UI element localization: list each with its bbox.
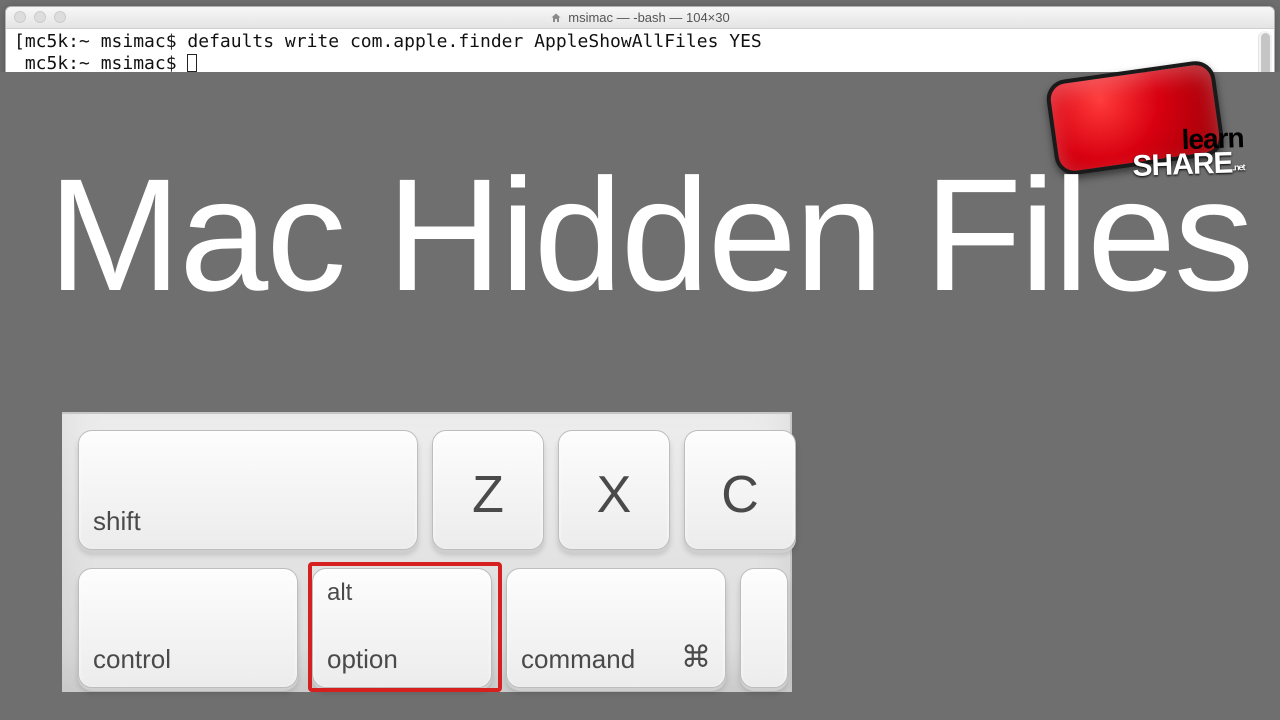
text-cursor-icon (187, 54, 197, 72)
key-control-label: control (93, 644, 171, 675)
home-icon (550, 12, 562, 24)
key-x: X (558, 430, 670, 550)
key-z: Z (432, 430, 544, 550)
minimize-icon[interactable] (34, 11, 46, 23)
key-partial (740, 568, 788, 688)
key-option-label: option (327, 644, 398, 675)
window-title: msimac — -bash — 104×30 (6, 10, 1274, 25)
key-shift-label: shift (93, 506, 141, 537)
key-command: command ⌘ (506, 568, 726, 688)
traffic-lights (14, 11, 66, 23)
stage: msimac — -bash — 104×30 [mc5k:~ msimac$ … (0, 0, 1280, 720)
headline-text: Mac Hidden Files (48, 155, 1252, 315)
key-option: alt option (312, 568, 492, 688)
terminal-prompt: mc5k:~ msimac$ (14, 53, 187, 74)
command-symbol-icon: ⌘ (681, 640, 711, 675)
terminal-line-1: [mc5k:~ msimac$ defaults write com.apple… (14, 31, 1266, 53)
key-c-label: C (685, 465, 795, 525)
window-title-text: msimac — -bash — 104×30 (568, 10, 729, 25)
key-command-label: command (521, 644, 635, 675)
key-control: control (78, 568, 298, 688)
keyboard-row-1: shift Z X C (78, 430, 796, 550)
window-titlebar[interactable]: msimac — -bash — 104×30 (6, 7, 1274, 29)
key-c: C (684, 430, 796, 550)
key-x-label: X (559, 465, 669, 525)
key-z-label: Z (433, 465, 543, 525)
key-alt-label: alt (327, 579, 352, 607)
key-shift: shift (78, 430, 418, 550)
zoom-icon[interactable] (54, 11, 66, 23)
keyboard-illustration: shift Z X C control alt option command ⌘ (62, 412, 792, 692)
close-icon[interactable] (14, 11, 26, 23)
keyboard-row-2: control alt option command ⌘ (78, 568, 788, 688)
